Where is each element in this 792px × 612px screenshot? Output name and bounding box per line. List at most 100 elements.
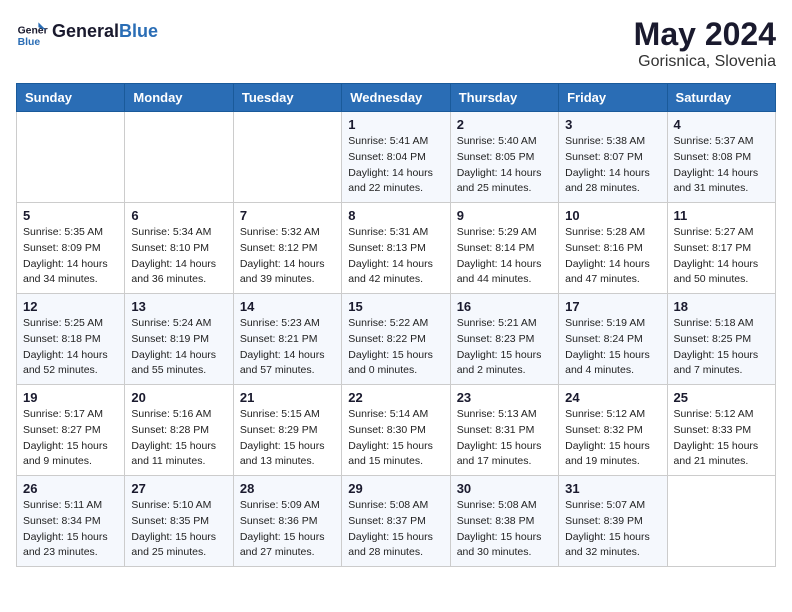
calendar-cell: 15 Sunrise: 5:22 AMSunset: 8:22 PMDayligh… (342, 294, 450, 385)
day-info: Sunrise: 5:27 AMSunset: 8:17 PMDaylight:… (674, 225, 769, 288)
day-info: Sunrise: 5:14 AMSunset: 8:30 PMDaylight:… (348, 407, 443, 470)
calendar-cell: 16 Sunrise: 5:21 AMSunset: 8:23 PMDayligh… (450, 294, 558, 385)
day-number: 2 (457, 117, 552, 132)
day-info: Sunrise: 5:37 AMSunset: 8:08 PMDaylight:… (674, 134, 769, 197)
day-number: 13 (131, 299, 226, 314)
day-info: Sunrise: 5:23 AMSunset: 8:21 PMDaylight:… (240, 316, 335, 379)
day-number: 29 (348, 481, 443, 496)
weekday-header: Tuesday (233, 84, 341, 112)
day-number: 18 (674, 299, 769, 314)
logo: General Blue GeneralBlue (16, 16, 158, 48)
day-info: Sunrise: 5:29 AMSunset: 8:14 PMDaylight:… (457, 225, 552, 288)
logo-icon: General Blue (16, 16, 48, 48)
day-info: Sunrise: 5:12 AMSunset: 8:33 PMDaylight:… (674, 407, 769, 470)
day-number: 11 (674, 208, 769, 223)
day-info: Sunrise: 5:24 AMSunset: 8:19 PMDaylight:… (131, 316, 226, 379)
calendar-cell (233, 112, 341, 203)
day-number: 23 (457, 390, 552, 405)
day-number: 31 (565, 481, 660, 496)
calendar-cell: 3 Sunrise: 5:38 AMSunset: 8:07 PMDaylight… (559, 112, 667, 203)
calendar-cell: 14 Sunrise: 5:23 AMSunset: 8:21 PMDayligh… (233, 294, 341, 385)
day-info: Sunrise: 5:40 AMSunset: 8:05 PMDaylight:… (457, 134, 552, 197)
location: Gorisnica, Slovenia (634, 53, 776, 71)
calendar-cell: 30 Sunrise: 5:08 AMSunset: 8:38 PMDayligh… (450, 476, 558, 567)
day-info: Sunrise: 5:09 AMSunset: 8:36 PMDaylight:… (240, 498, 335, 561)
calendar-cell: 28 Sunrise: 5:09 AMSunset: 8:36 PMDayligh… (233, 476, 341, 567)
day-info: Sunrise: 5:07 AMSunset: 8:39 PMDaylight:… (565, 498, 660, 561)
calendar-cell: 12 Sunrise: 5:25 AMSunset: 8:18 PMDayligh… (17, 294, 125, 385)
title-block: May 2024 Gorisnica, Slovenia (634, 16, 776, 71)
calendar-cell: 27 Sunrise: 5:10 AMSunset: 8:35 PMDayligh… (125, 476, 233, 567)
day-number: 20 (131, 390, 226, 405)
day-number: 24 (565, 390, 660, 405)
weekday-header: Sunday (17, 84, 125, 112)
page-header: General Blue GeneralBlue May 2024 Gorisn… (16, 16, 776, 71)
day-info: Sunrise: 5:32 AMSunset: 8:12 PMDaylight:… (240, 225, 335, 288)
calendar-cell: 25 Sunrise: 5:12 AMSunset: 8:33 PMDayligh… (667, 385, 775, 476)
day-number: 16 (457, 299, 552, 314)
day-number: 27 (131, 481, 226, 496)
calendar-cell: 13 Sunrise: 5:24 AMSunset: 8:19 PMDayligh… (125, 294, 233, 385)
day-info: Sunrise: 5:21 AMSunset: 8:23 PMDaylight:… (457, 316, 552, 379)
weekday-header: Saturday (667, 84, 775, 112)
day-info: Sunrise: 5:08 AMSunset: 8:37 PMDaylight:… (348, 498, 443, 561)
month-year: May 2024 (634, 16, 776, 53)
weekday-header: Monday (125, 84, 233, 112)
calendar-cell: 19 Sunrise: 5:17 AMSunset: 8:27 PMDayligh… (17, 385, 125, 476)
day-info: Sunrise: 5:19 AMSunset: 8:24 PMDaylight:… (565, 316, 660, 379)
day-info: Sunrise: 5:34 AMSunset: 8:10 PMDaylight:… (131, 225, 226, 288)
calendar-cell: 6 Sunrise: 5:34 AMSunset: 8:10 PMDaylight… (125, 203, 233, 294)
day-number: 12 (23, 299, 118, 314)
day-info: Sunrise: 5:38 AMSunset: 8:07 PMDaylight:… (565, 134, 660, 197)
calendar-cell: 22 Sunrise: 5:14 AMSunset: 8:30 PMDayligh… (342, 385, 450, 476)
calendar-cell: 26 Sunrise: 5:11 AMSunset: 8:34 PMDayligh… (17, 476, 125, 567)
day-number: 15 (348, 299, 443, 314)
calendar-cell: 11 Sunrise: 5:27 AMSunset: 8:17 PMDayligh… (667, 203, 775, 294)
weekday-header: Thursday (450, 84, 558, 112)
calendar-cell: 4 Sunrise: 5:37 AMSunset: 8:08 PMDaylight… (667, 112, 775, 203)
day-info: Sunrise: 5:31 AMSunset: 8:13 PMDaylight:… (348, 225, 443, 288)
calendar-cell: 17Sunrise: 5:19 AMSunset: 8:24 PMDayligh… (559, 294, 667, 385)
day-info: Sunrise: 5:22 AMSunset: 8:22 PMDaylight:… (348, 316, 443, 379)
day-number: 30 (457, 481, 552, 496)
svg-text:Blue: Blue (18, 37, 41, 48)
day-number: 3 (565, 117, 660, 132)
day-number: 25 (674, 390, 769, 405)
calendar-cell: 31 Sunrise: 5:07 AMSunset: 8:39 PMDayligh… (559, 476, 667, 567)
day-number: 10 (565, 208, 660, 223)
logo-text: GeneralBlue (52, 21, 158, 43)
day-number: 19 (23, 390, 118, 405)
day-info: Sunrise: 5:15 AMSunset: 8:29 PMDaylight:… (240, 407, 335, 470)
day-info: Sunrise: 5:25 AMSunset: 8:18 PMDaylight:… (23, 316, 118, 379)
calendar-cell (17, 112, 125, 203)
day-number: 6 (131, 208, 226, 223)
calendar-cell (667, 476, 775, 567)
day-number: 22 (348, 390, 443, 405)
calendar-cell (125, 112, 233, 203)
calendar-cell: 1 Sunrise: 5:41 AMSunset: 8:04 PMDaylight… (342, 112, 450, 203)
day-info: Sunrise: 5:28 AMSunset: 8:16 PMDaylight:… (565, 225, 660, 288)
calendar-cell: 2 Sunrise: 5:40 AMSunset: 8:05 PMDaylight… (450, 112, 558, 203)
weekday-header: Wednesday (342, 84, 450, 112)
calendar-cell: 29 Sunrise: 5:08 AMSunset: 8:37 PMDayligh… (342, 476, 450, 567)
day-number: 14 (240, 299, 335, 314)
svg-text:General: General (18, 26, 48, 37)
day-number: 1 (348, 117, 443, 132)
calendar-cell: 9Sunrise: 5:29 AMSunset: 8:14 PMDaylight… (450, 203, 558, 294)
day-info: Sunrise: 5:16 AMSunset: 8:28 PMDaylight:… (131, 407, 226, 470)
day-number: 28 (240, 481, 335, 496)
day-number: 26 (23, 481, 118, 496)
day-info: Sunrise: 5:41 AMSunset: 8:04 PMDaylight:… (348, 134, 443, 197)
calendar-cell: 20 Sunrise: 5:16 AMSunset: 8:28 PMDayligh… (125, 385, 233, 476)
calendar-cell: 5Sunrise: 5:35 AMSunset: 8:09 PMDaylight… (17, 203, 125, 294)
day-number: 4 (674, 117, 769, 132)
day-number: 21 (240, 390, 335, 405)
day-number: 8 (348, 208, 443, 223)
day-info: Sunrise: 5:10 AMSunset: 8:35 PMDaylight:… (131, 498, 226, 561)
calendar-cell: 24Sunrise: 5:12 AMSunset: 8:32 PMDayligh… (559, 385, 667, 476)
day-number: 7 (240, 208, 335, 223)
day-info: Sunrise: 5:08 AMSunset: 8:38 PMDaylight:… (457, 498, 552, 561)
day-info: Sunrise: 5:35 AMSunset: 8:09 PMDaylight:… (23, 225, 118, 288)
day-info: Sunrise: 5:17 AMSunset: 8:27 PMDaylight:… (23, 407, 118, 470)
day-info: Sunrise: 5:11 AMSunset: 8:34 PMDaylight:… (23, 498, 118, 561)
